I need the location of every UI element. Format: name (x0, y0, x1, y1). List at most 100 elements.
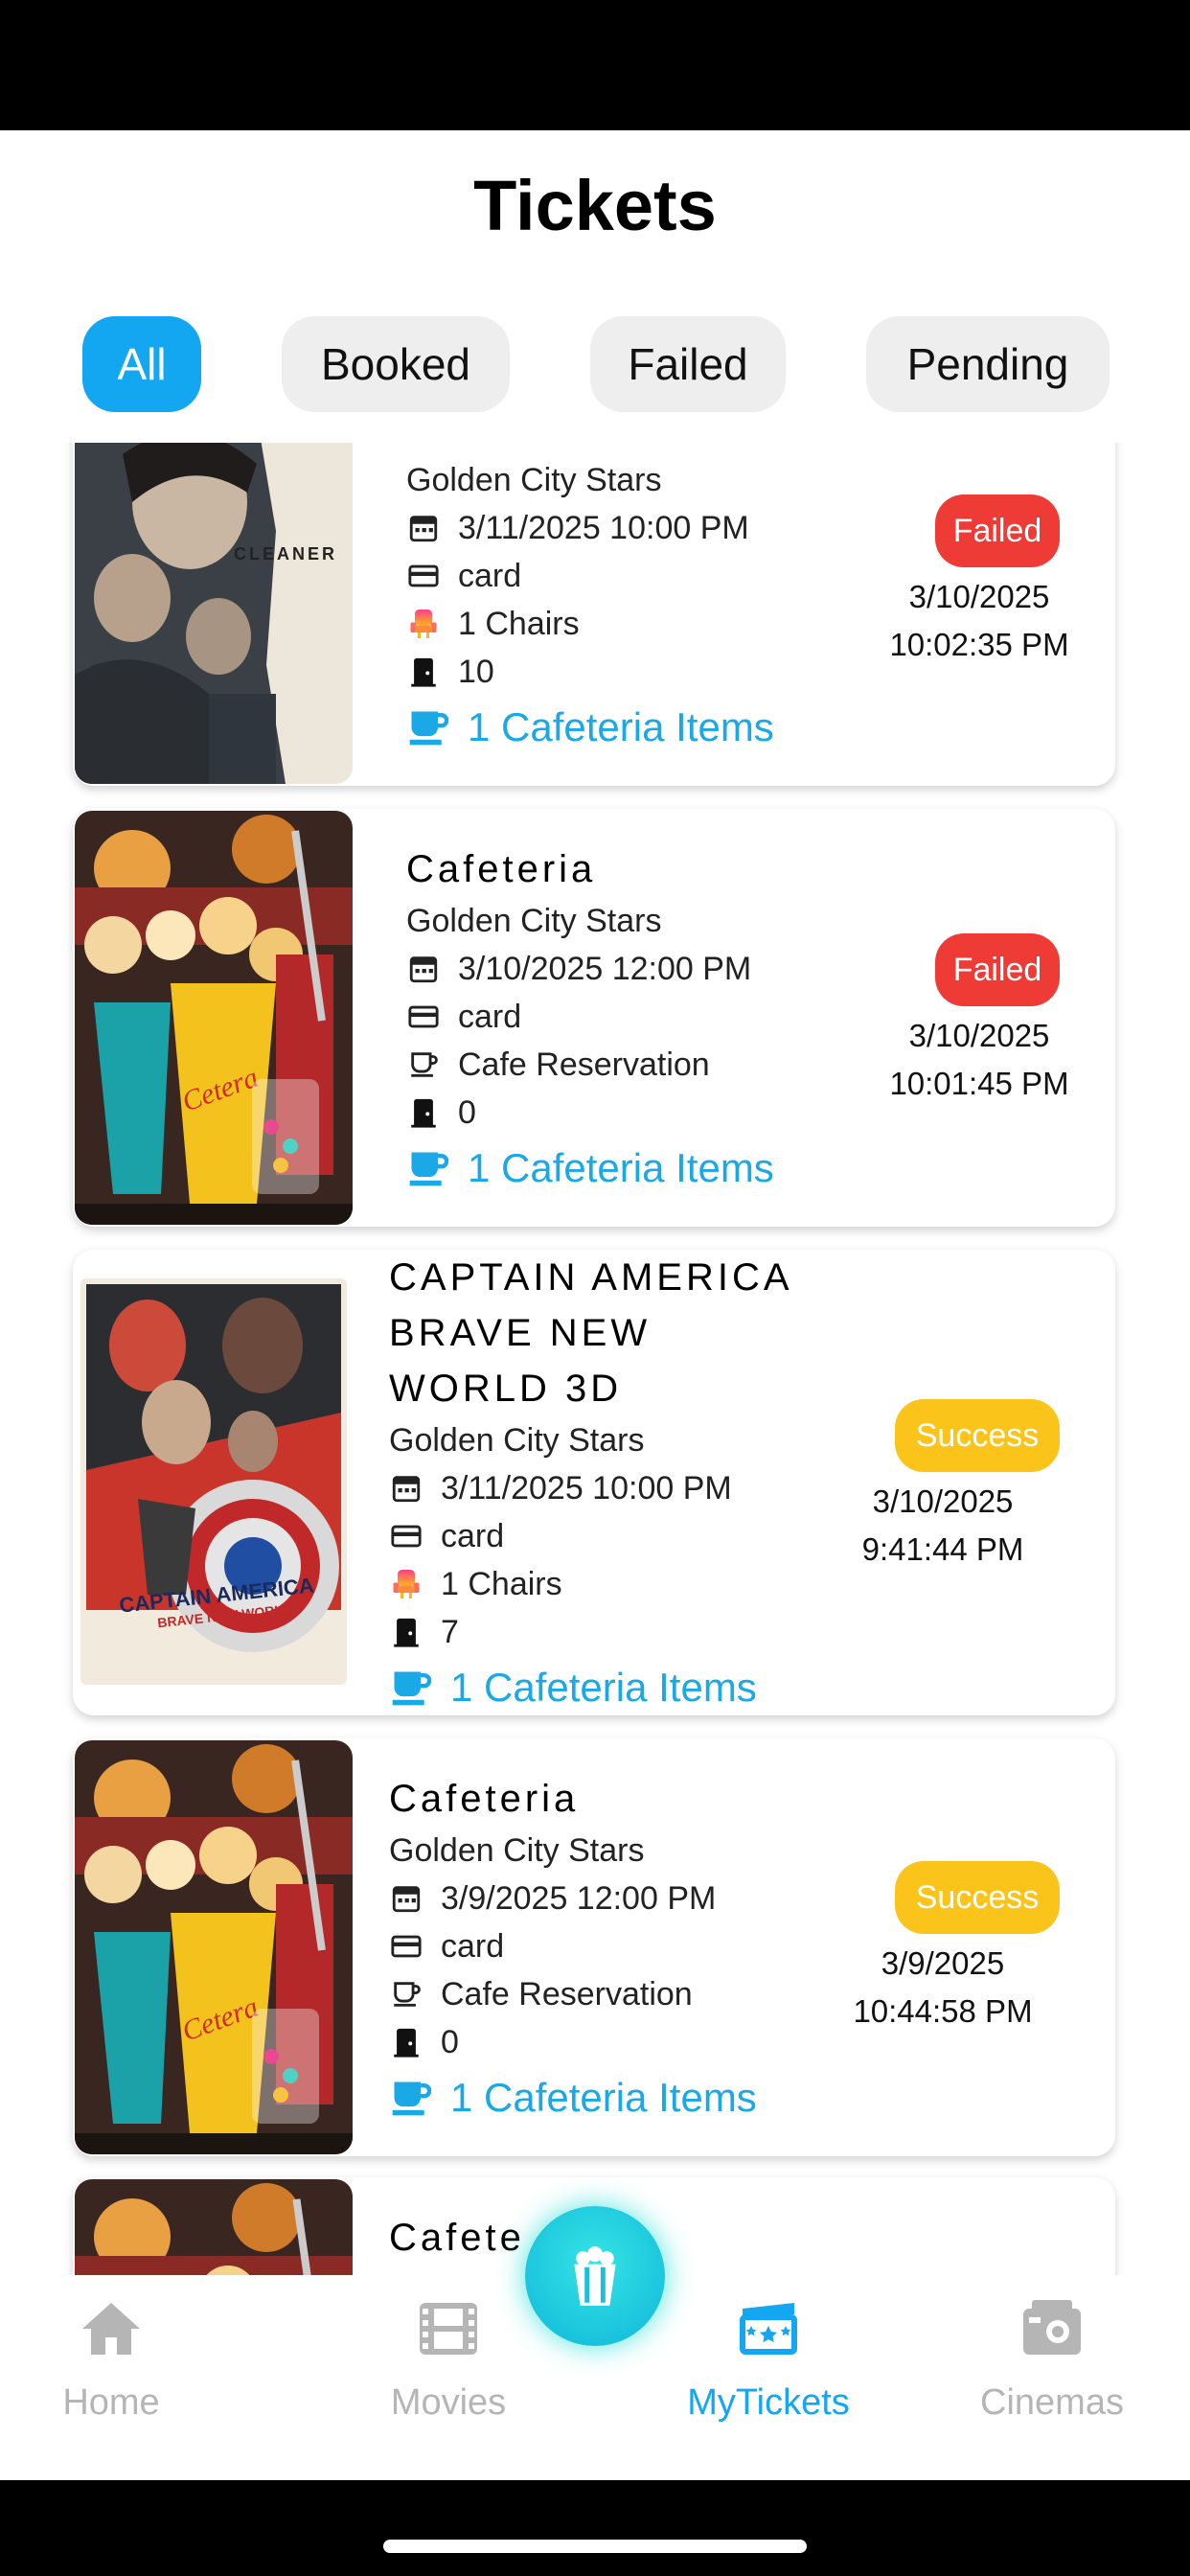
payment-method: card (458, 998, 522, 1035)
home-indicator[interactable] (383, 2540, 807, 2553)
home-indicator-area (0, 2480, 1190, 2576)
seats-row: 1 Chairs (406, 600, 774, 648)
popcorn-fab-button[interactable] (525, 2206, 665, 2346)
ticket-info: CAPTAIN AMERICA BRAVE NEW WORLD 3D Golde… (389, 1250, 793, 1717)
nav-item-mytickets[interactable]: MyTickets (653, 2294, 883, 2424)
cinema-name: Golden City Stars (406, 461, 662, 498)
coffee-cup-icon (406, 706, 448, 748)
door-icon (389, 1615, 423, 1649)
show-datetime: 3/11/2025 10:00 PM (458, 509, 749, 546)
ticket-card[interactable]: CAPTAIN AMERICA BRAVE NEW WORLD CAPTAIN … (73, 1250, 1115, 1715)
hall-number: 0 (441, 2023, 459, 2060)
ticket-info: Cafeteria Golden City Stars 3/9/2025 12:… (389, 1771, 757, 2128)
ticket-icon (740, 2303, 797, 2355)
door-icon (406, 1095, 441, 1130)
booking-timestamp: 3/10/2025 9:41:44 PM (837, 1478, 1048, 1574)
booking-time: 9:41:44 PM (861, 1531, 1024, 1567)
seats-row: Cafe Reservation (406, 1041, 774, 1089)
door-icon (406, 655, 441, 689)
hall-row: 7 (389, 1608, 793, 1656)
ticket-title: Cafeteria (406, 848, 597, 890)
cafeteria-items-link[interactable]: 1 Cafeteria Items (389, 1658, 793, 1717)
cafeteria-items-link[interactable]: 1 Cafeteria Items (389, 2068, 757, 2128)
cafeteria-poster: Cetera (75, 811, 353, 1225)
cinema-name: Golden City Stars (389, 1421, 645, 1459)
cafeteria-items-link[interactable]: 1 Cafeteria Items (406, 1138, 774, 1198)
hall-row: 0 (389, 2018, 757, 2066)
calendar-icon (406, 511, 441, 545)
show-datetime: 3/10/2025 12:00 PM (458, 950, 752, 987)
status-bar (0, 0, 1190, 130)
show-datetime: 3/11/2025 10:00 PM (441, 1469, 732, 1506)
show-datetime: 3/9/2025 12:00 PM (441, 1879, 717, 1917)
cafeteria-items-label: 1 Cafeteria Items (468, 704, 774, 749)
booking-date: 3/9/2025 (881, 1945, 1005, 1981)
ticket-card[interactable]: CLEANER Golden City Stars 3/11/2025 10:0… (73, 443, 1115, 786)
payment-row: card (389, 1922, 757, 1970)
filter-chip-failed[interactable]: Failed (590, 316, 786, 412)
calendar-icon (389, 1471, 423, 1506)
filter-chip-booked[interactable]: Booked (282, 316, 510, 412)
filter-bar: All Booked Failed Pending (0, 316, 1190, 414)
popcorn-icon (574, 2246, 616, 2306)
show-datetime-row: 3/11/2025 10:00 PM (406, 504, 774, 552)
nav-item-cinemas[interactable]: Cinemas (937, 2294, 1167, 2424)
home-icon (82, 2303, 140, 2355)
cinema-name: Golden City Stars (389, 1831, 645, 1869)
reservation-type: Cafe Reservation (458, 1046, 710, 1083)
nav-item-home[interactable]: Home (0, 2294, 226, 2424)
ticket-info: Cafeteria Golden City Stars 3/10/2025 12… (406, 841, 774, 1198)
booking-date: 3/10/2025 (908, 579, 1050, 614)
coffee-cup-icon (406, 1047, 441, 1082)
payment-row: card (406, 993, 774, 1041)
ticket-card[interactable]: Cetera Cafeteria Golden City Stars 3/9/2… (73, 1738, 1115, 2156)
payment-row: card (389, 1512, 793, 1560)
credit-card-icon (406, 1000, 441, 1034)
status-badge: Failed (935, 494, 1060, 567)
status-badge: Success (895, 1861, 1060, 1934)
booking-timestamp: 3/10/2025 10:02:35 PM (874, 573, 1085, 669)
cafeteria-poster (75, 2179, 353, 2275)
coffee-cup-icon (389, 1977, 423, 2012)
booking-timestamp: 3/10/2025 10:01:45 PM (874, 1012, 1085, 1108)
nav-item-movies[interactable]: Movies (333, 2294, 563, 2424)
door-icon (389, 2025, 423, 2059)
seats-row: 1 Chairs (389, 1560, 793, 1608)
coffee-cup-icon (389, 1667, 431, 1709)
credit-card-icon (389, 1929, 423, 1964)
ticket-title: CAPTAIN AMERICA BRAVE NEW WORLD 3D (389, 1256, 793, 1410)
poster-title: CLEANER (234, 544, 338, 564)
page-title: Tickets (473, 166, 717, 245)
booking-date: 3/10/2025 (908, 1018, 1050, 1053)
payment-row: card (406, 552, 774, 600)
filter-chip-pending[interactable]: Pending (866, 316, 1110, 412)
film-icon (420, 2303, 477, 2355)
coffee-cup-icon (389, 2077, 431, 2119)
ticket-info: Golden City Stars 3/11/2025 10:00 PM car… (406, 456, 774, 757)
booking-time: 10:01:45 PM (889, 1066, 1069, 1101)
chair-icon (389, 1567, 423, 1601)
payment-method: card (441, 1517, 505, 1554)
payment-method: card (441, 1927, 505, 1965)
ticket-title: Cafete (389, 2217, 525, 2259)
ticket-card[interactable]: Cetera Cafeteria Golden City Stars 3/10/… (73, 809, 1115, 1227)
booking-date: 3/10/2025 (872, 1484, 1014, 1519)
cafeteria-items-label: 1 Cafeteria Items (450, 1665, 757, 1710)
filter-chip-all[interactable]: All (82, 316, 201, 412)
cinema-icon (1023, 2300, 1081, 2355)
reservation-type: Cafe Reservation (441, 1975, 693, 2012)
hall-number: 10 (458, 653, 494, 690)
nav-label-movies: Movies (390, 2382, 507, 2423)
cafeteria-items-link[interactable]: 1 Cafeteria Items (406, 698, 774, 757)
hall-row: 0 (406, 1089, 774, 1137)
cafeteria-items-label: 1 Cafeteria Items (468, 1145, 774, 1190)
hall-number: 7 (441, 1613, 459, 1650)
ticket-list: CLEANER Golden City Stars 3/11/2025 10:0… (0, 443, 1190, 2275)
nav-label-mytickets: MyTickets (687, 2382, 850, 2423)
seats-count: 1 Chairs (441, 1565, 562, 1602)
status-badge: Success (895, 1399, 1060, 1472)
booking-time: 10:44:58 PM (853, 1993, 1033, 2029)
nav-label-home: Home (62, 2382, 160, 2423)
status-badge: Failed (935, 933, 1060, 1006)
movie-poster: CLEANER (75, 443, 353, 784)
